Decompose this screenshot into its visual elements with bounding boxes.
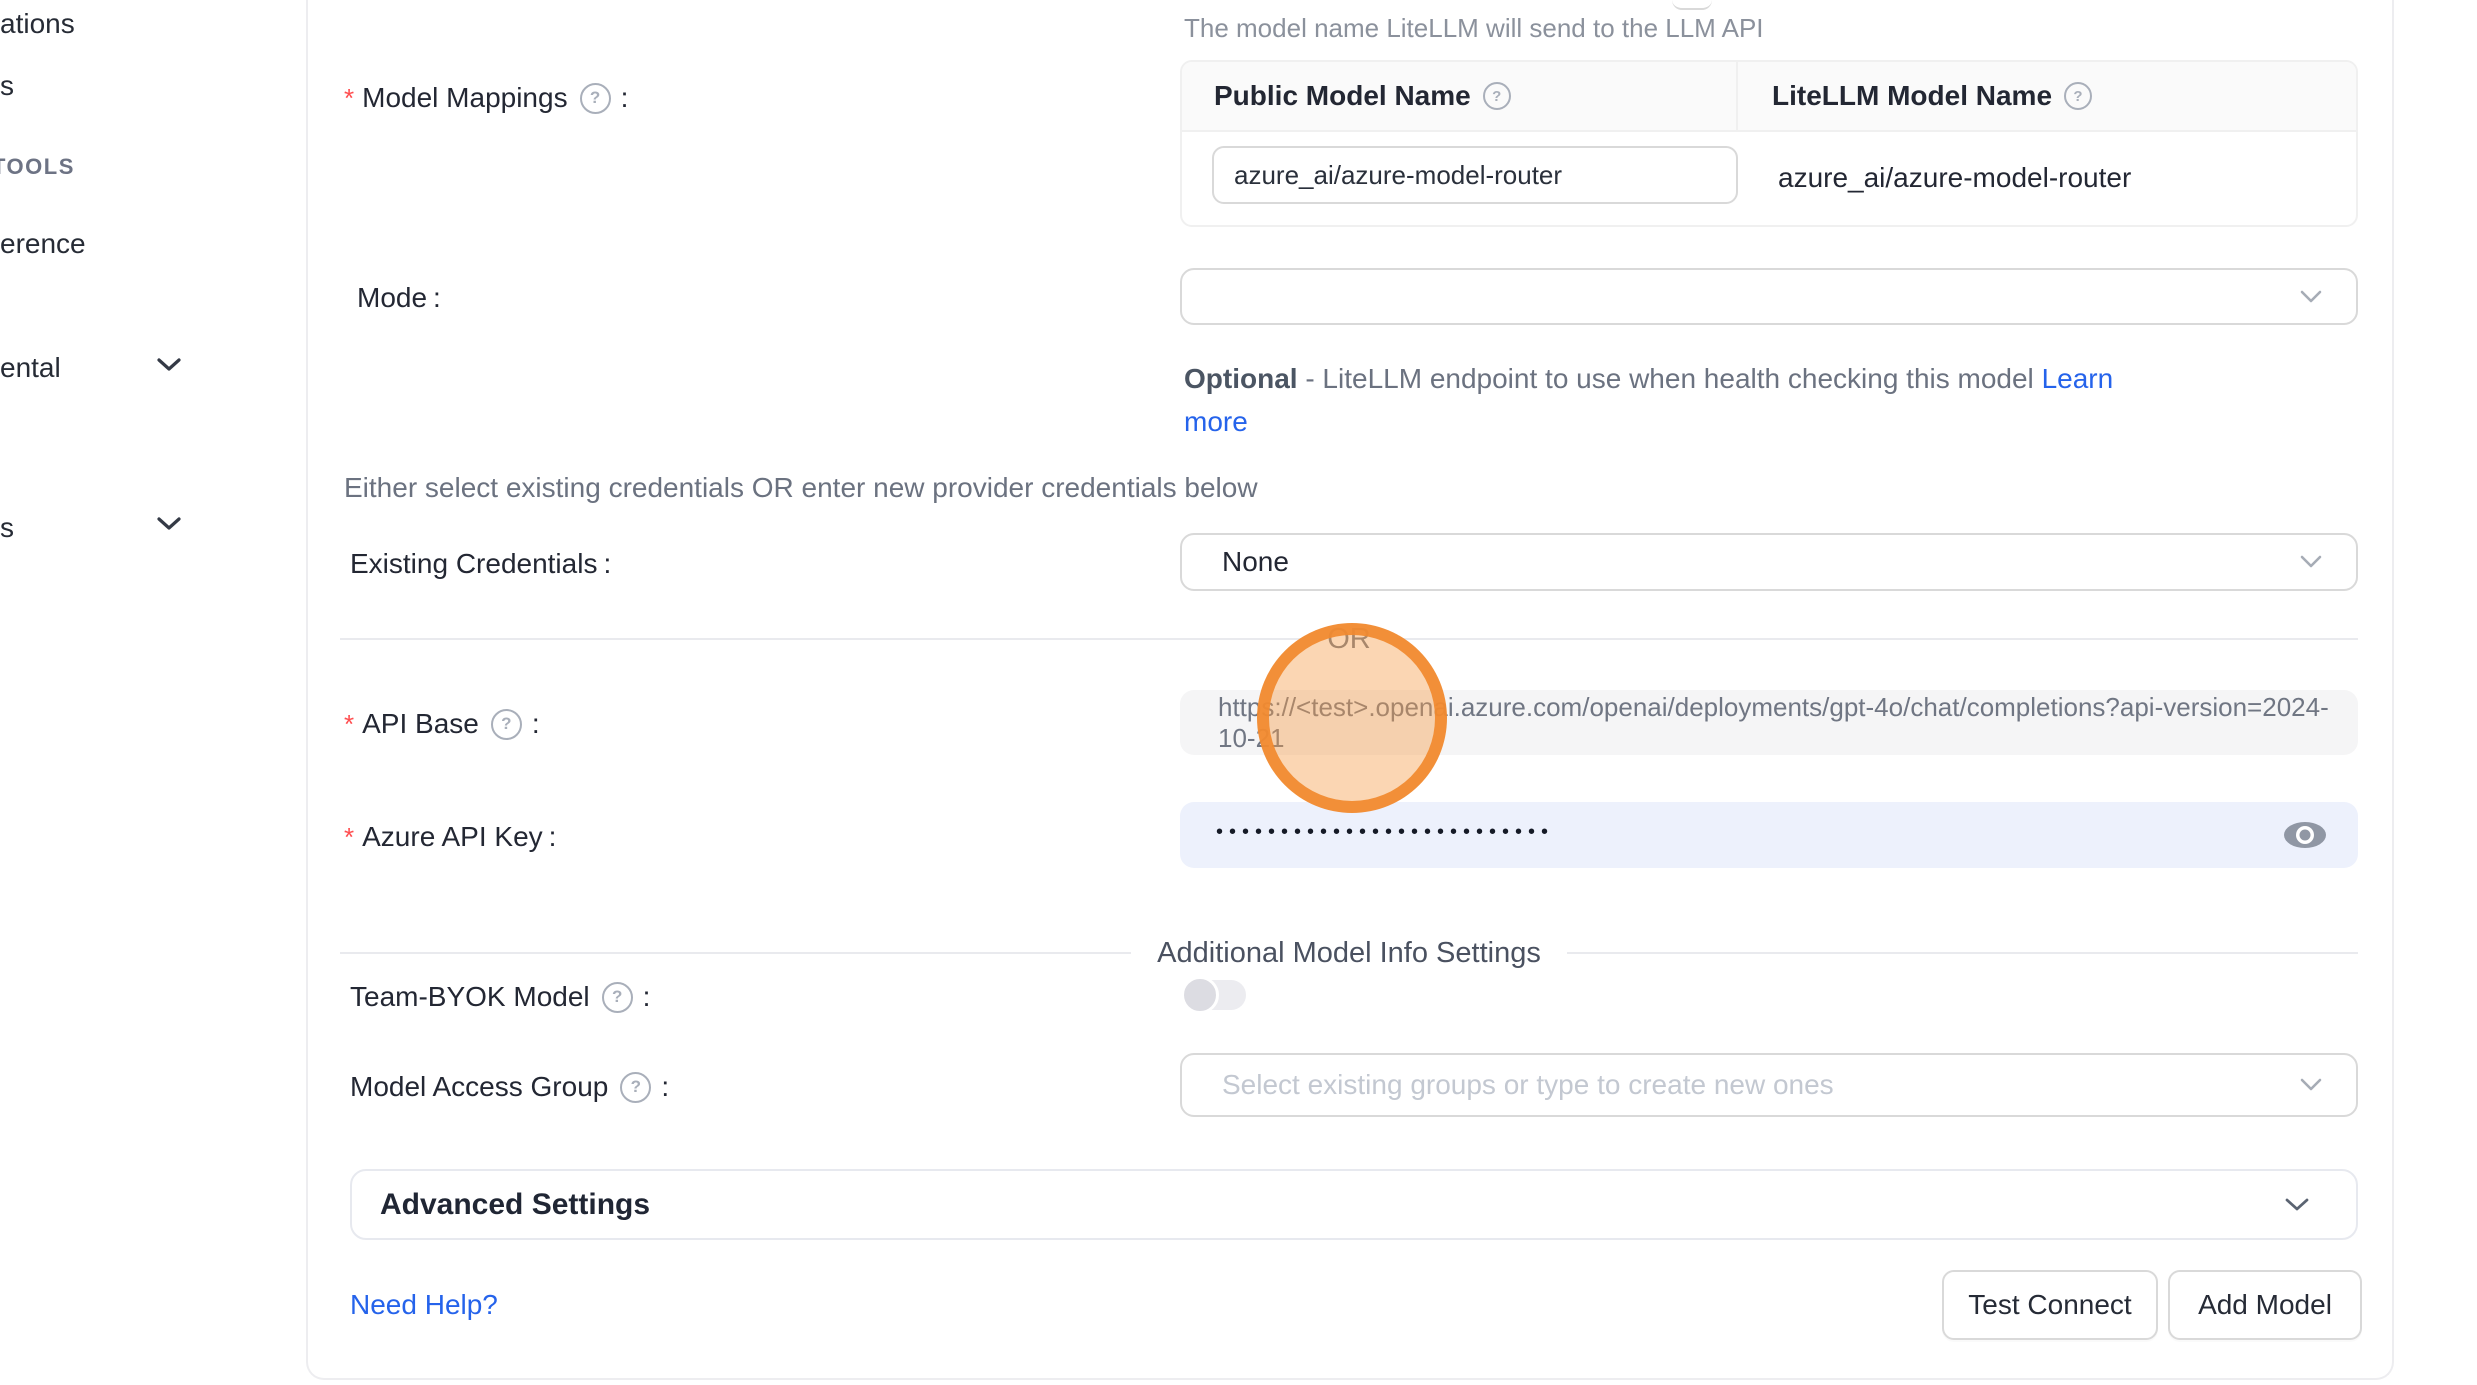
sidebar-section-tools: TOOLS — [0, 154, 75, 180]
model-mappings-label: * Model Mappings ? : — [344, 82, 628, 114]
or-divider-text: OR — [1327, 623, 1371, 656]
model-name-hint: The model name LiteLLM will send to the … — [1184, 13, 1764, 44]
need-help-link[interactable]: Need Help? — [350, 1289, 498, 1321]
chevron-down-icon[interactable] — [156, 357, 182, 373]
existing-credentials-label: Existing Credentials : — [350, 548, 611, 580]
table-row: azure_ai/azure-model-router azure_ai/azu… — [1182, 132, 2356, 223]
model-access-group-select[interactable]: Select existing groups or type to create… — [1180, 1053, 2358, 1117]
sidebar-item-erence[interactable]: erence — [0, 228, 86, 260]
cropped-input-fragment — [1672, 0, 1712, 10]
required-asterisk: * — [344, 709, 354, 740]
add-model-button[interactable]: Add Model — [2168, 1270, 2362, 1340]
required-asterisk: * — [344, 83, 354, 114]
required-asterisk: * — [344, 822, 354, 853]
api-base-label: * API Base ? : — [344, 708, 540, 740]
learn-more-link[interactable]: Learn — [2042, 363, 2114, 394]
toggle-knob — [1181, 976, 1219, 1014]
api-base-input[interactable]: https://<test>.openai.azure.com/openai/d… — [1180, 690, 2358, 755]
help-icon[interactable]: ? — [620, 1072, 651, 1103]
azure-api-key-input[interactable]: •••••••••••••••••••••••••• — [1180, 802, 2358, 868]
model-mappings-table: Public Model Name ? LiteLLM Model Name ?… — [1180, 60, 2358, 227]
additional-settings-divider-text: Additional Model Info Settings — [1157, 937, 1541, 970]
help-icon[interactable]: ? — [602, 982, 633, 1013]
additional-settings-divider: Additional Model Info Settings — [340, 933, 2358, 973]
add-model-page: ations s TOOLS erence ental s The model … — [0, 0, 2477, 1385]
optional-badge: Optional — [1184, 363, 1298, 394]
eye-icon[interactable] — [2282, 818, 2328, 852]
chevron-down-icon — [2300, 290, 2322, 304]
team-byok-toggle[interactable] — [1184, 980, 1246, 1010]
help-icon[interactable]: ? — [580, 83, 611, 114]
credentials-note: Either select existing credentials OR en… — [344, 472, 1258, 504]
help-icon[interactable]: ? — [2064, 82, 2092, 110]
sidebar-item-s2[interactable]: s — [0, 512, 14, 544]
sidebar-item-s1[interactable]: s — [0, 70, 14, 102]
sidebar-item-ental[interactable]: ental — [0, 352, 61, 384]
model-access-group-placeholder: Select existing groups or type to create… — [1222, 1069, 1834, 1101]
public-model-name-input[interactable]: azure_ai/azure-model-router — [1212, 146, 1738, 204]
mode-select[interactable] — [1180, 268, 2358, 325]
chevron-down-icon — [2284, 1197, 2310, 1213]
chevron-down-icon[interactable] — [156, 516, 182, 532]
table-header-row: Public Model Name ? LiteLLM Model Name ? — [1182, 62, 2356, 132]
learn-more-link[interactable]: more — [1184, 406, 1248, 437]
table-header-litellm-model: LiteLLM Model Name ? — [1738, 62, 2356, 130]
azure-api-key-label: * Azure API Key : — [344, 821, 556, 853]
mode-label: Mode : — [357, 282, 441, 314]
existing-credentials-select[interactable]: None — [1180, 533, 2358, 591]
advanced-settings-panel[interactable]: Advanced Settings — [350, 1169, 2358, 1240]
or-divider: OR — [340, 622, 2358, 656]
test-connect-button[interactable]: Test Connect — [1942, 1270, 2158, 1340]
advanced-settings-title: Advanced Settings — [380, 1188, 650, 1222]
chevron-down-icon — [2300, 1078, 2322, 1092]
litellm-model-name-value: azure_ai/azure-model-router — [1778, 132, 2131, 223]
masked-api-key: •••••••••••••••••••••••••• — [1216, 821, 1554, 844]
model-access-group-label: Model Access Group ? : — [350, 1071, 669, 1103]
chevron-down-icon — [2300, 555, 2322, 569]
mode-hint: Optional - LiteLLM endpoint to use when … — [1184, 357, 2113, 443]
team-byok-label: Team-BYOK Model ? : — [350, 981, 650, 1013]
help-icon[interactable]: ? — [491, 709, 522, 740]
help-icon[interactable]: ? — [1483, 82, 1511, 110]
sidebar-item-ations[interactable]: ations — [0, 8, 75, 40]
table-header-public-model: Public Model Name ? — [1182, 62, 1738, 130]
